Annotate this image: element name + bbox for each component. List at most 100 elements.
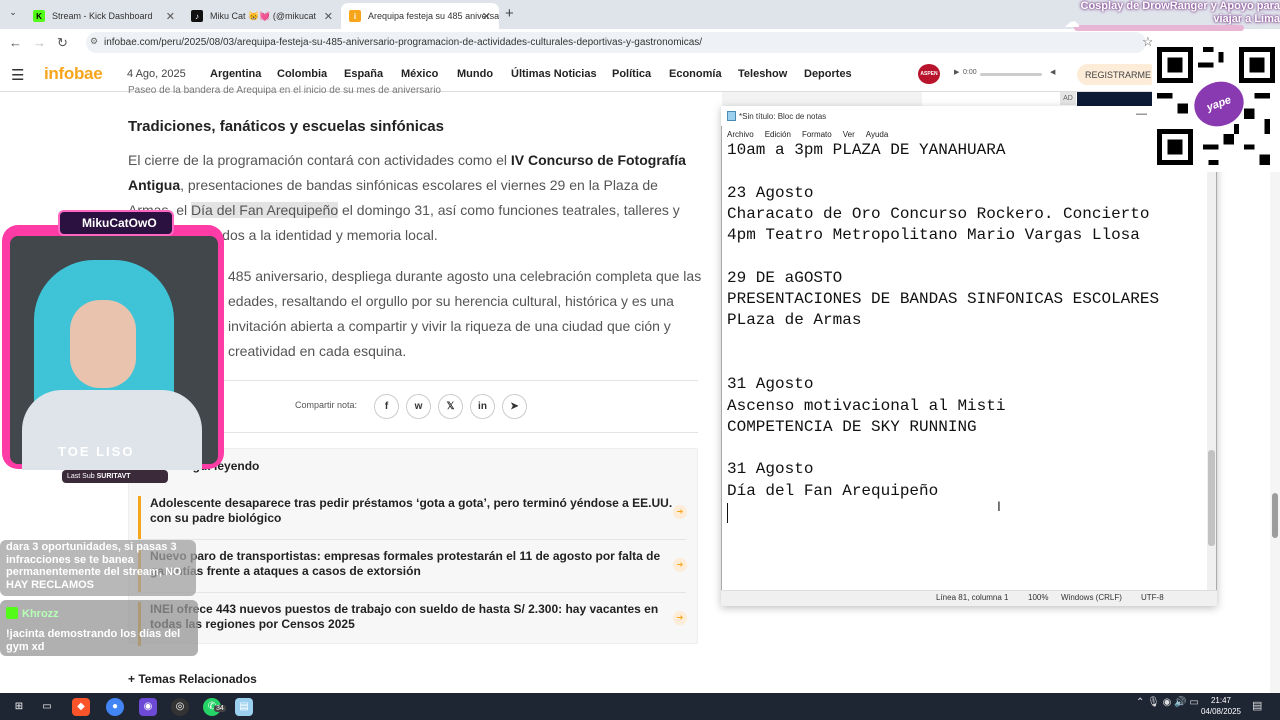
new-tab-icon[interactable]: +	[505, 5, 514, 22]
divider	[138, 539, 686, 540]
section-heading: Tradiciones, fanáticos y escuelas sinfón…	[128, 118, 444, 135]
system-tray[interactable]: ⌃ 🎙 ◉ 🔊 ▭	[1136, 697, 1199, 708]
start-icon[interactable]: ⊞	[10, 698, 28, 716]
text-cursor	[727, 503, 728, 523]
ad-banner[interactable]	[1077, 92, 1157, 106]
share-facebook-icon[interactable]: f	[374, 394, 399, 419]
notepad-text-area[interactable]: 10am a 3pm PLAZA DE YANAHUARA 23 Agosto …	[727, 140, 1205, 580]
radio-player[interactable]: ▶ 0:00 ◀	[950, 68, 1062, 80]
url-text: infobae.com/peru/2025/08/03/arequipa-fes…	[104, 37, 703, 48]
arrow-right-icon[interactable]: ➔	[673, 558, 687, 572]
notepad-taskbar-icon[interactable]: ▤	[235, 698, 253, 716]
last-sub-label: Last Sub	[67, 473, 95, 480]
share-linkedin-icon[interactable]: in	[470, 394, 495, 419]
tab-label: Miku Cat 😸💓 (@mikucat	[210, 10, 317, 21]
related-topics-label: Temas Relacionados	[138, 672, 257, 686]
kick-icon: K	[33, 10, 45, 22]
chat-username: Khrozz	[22, 608, 59, 620]
chrome-icon[interactable]: ●	[106, 698, 124, 716]
forward-icon[interactable]: →	[33, 35, 46, 50]
related-topics-toggle[interactable]: + Temas Relacionados	[128, 672, 257, 686]
chat-message-1: dara 3 oportunidades, si pasas 3 infracc…	[0, 540, 196, 596]
brave-icon[interactable]: ◆	[72, 698, 90, 716]
related-link-2[interactable]: Nuevo paro de transportistas: empresas f…	[138, 549, 686, 593]
menu-formato[interactable]: Formato	[802, 130, 832, 139]
cat-icon: ☁	[1064, 14, 1080, 31]
nav-politica[interactable]: Política	[612, 68, 651, 80]
related-link-1[interactable]: Adolescente desaparece tras pedir présta…	[138, 496, 686, 540]
share-whatsapp-icon[interactable]: w	[406, 394, 431, 419]
play-icon[interactable]: ▶	[954, 68, 959, 76]
nav-deportes[interactable]: Deportes	[804, 68, 852, 80]
player-progress[interactable]	[980, 73, 1042, 76]
menu-search-icon[interactable]: ☰	[11, 66, 24, 84]
obs-icon[interactable]: ◎	[171, 698, 189, 716]
status-line-ending: Windows (CRLF)	[1061, 593, 1122, 602]
register-button[interactable]: REGISTRARME	[1077, 64, 1159, 85]
notification-icon[interactable]: ▤	[1252, 699, 1262, 712]
infobae-logo[interactable]: infobae	[44, 64, 103, 84]
nav-mundo[interactable]: Mundo	[457, 68, 493, 80]
nav-colombia[interactable]: Colombia	[277, 68, 327, 80]
share-label: Compartir nota:	[295, 400, 358, 410]
reload-icon[interactable]: ↻	[57, 35, 68, 51]
menu-edicion[interactable]: Edición	[765, 130, 791, 139]
menu-ayuda[interactable]: Ayuda	[866, 130, 889, 139]
windows-taskbar	[0, 693, 1280, 720]
tab-infobae-arequipa[interactable]: i Arequipa festeja su 485 aniversa ✕	[341, 3, 499, 29]
volume-icon[interactable]: ◀	[1050, 68, 1055, 76]
infobae-icon: i	[349, 10, 361, 22]
tab-tiktok-mikucat[interactable]: ♪ Miku Cat 😸💓 (@mikucat ✕	[183, 3, 341, 29]
nav-teleshow[interactable]: Teleshow	[738, 68, 787, 80]
site-date: 4 Ago, 2025	[127, 68, 186, 80]
arrow-right-icon[interactable]: ➔	[673, 611, 687, 625]
close-tab-icon[interactable]: ✕	[166, 10, 175, 23]
streamer-name-tag: MikuCatOwO	[58, 210, 174, 236]
image-caption: Paseo de la bandera de Arequipa en el in…	[128, 85, 441, 96]
ad-slot	[722, 92, 922, 106]
site-info-icon[interactable]: ⚙	[90, 36, 100, 48]
whatsapp-count-badge: 34	[214, 705, 226, 712]
tab-kick-dashboard[interactable]: K Stream - Kick Dashboard ✕	[25, 3, 183, 29]
overlay-goal-bar	[1074, 25, 1244, 31]
menu-archivo[interactable]: Archivo	[727, 130, 754, 139]
minimize-icon[interactable]: —	[1136, 108, 1147, 120]
plus-icon: +	[128, 672, 136, 686]
last-sub-badge: Last Sub SURITAVT	[62, 470, 168, 483]
back-icon[interactable]: ←	[9, 35, 22, 50]
share-x-icon[interactable]: 𝕏	[438, 394, 463, 419]
aspen-radio-logo[interactable]: ASPEN	[918, 64, 940, 84]
nav-economia[interactable]: Economía	[669, 68, 722, 80]
divider	[138, 592, 686, 593]
article-paragraph-2: 485 aniversario, despliega durante agost…	[228, 268, 702, 359]
tab-search-chevron-icon[interactable]: ⌄	[6, 7, 20, 21]
notepad-title: *Sin título: Bloc de notas	[739, 111, 827, 121]
nav-espana[interactable]: España	[344, 68, 383, 80]
page-scroll-thumb[interactable]	[1272, 493, 1278, 538]
nav-mexico[interactable]: México	[401, 68, 438, 80]
notepad-icon	[727, 111, 736, 121]
taskbar-clock[interactable]: 21:47 04/08/2025	[1198, 695, 1244, 717]
webcam-person-face	[70, 300, 136, 388]
clock-date: 04/08/2025	[1200, 707, 1242, 716]
page-scrollbar[interactable]	[1270, 92, 1280, 693]
chat-message-2: Khrozz !jacinta demostrando los días del…	[0, 600, 198, 656]
nav-argentina[interactable]: Argentina	[210, 68, 261, 80]
url-field[interactable]: ⚙ infobae.com/peru/2025/08/03/arequipa-f…	[86, 32, 1146, 53]
kick-badge-icon	[6, 606, 18, 619]
tiktok-icon: ♪	[191, 10, 203, 22]
ad-label: AD	[1060, 92, 1076, 105]
last-sub-name: SURITAVT	[96, 473, 131, 480]
discord-icon[interactable]: ◉	[139, 698, 157, 716]
close-tab-icon[interactable]: ✕	[482, 10, 491, 23]
menu-ver[interactable]: Ver	[843, 130, 855, 139]
nav-ultimas-noticias[interactable]: Últimas Noticias	[511, 68, 597, 80]
arrow-right-icon[interactable]: ➔	[673, 505, 687, 519]
task-view-icon[interactable]: ▭	[38, 698, 56, 716]
text-run: El cierre de la programación contará con…	[128, 152, 511, 168]
share-telegram-icon[interactable]: ➤	[502, 394, 527, 419]
chat-text: !jacinta demostrando los días del gym xd	[6, 628, 181, 653]
related-link-3[interactable]: INEI ofrece 443 nuevos puestos de trabaj…	[138, 602, 686, 646]
close-tab-icon[interactable]: ✕	[324, 10, 333, 23]
notepad-scroll-thumb[interactable]	[1208, 450, 1215, 546]
